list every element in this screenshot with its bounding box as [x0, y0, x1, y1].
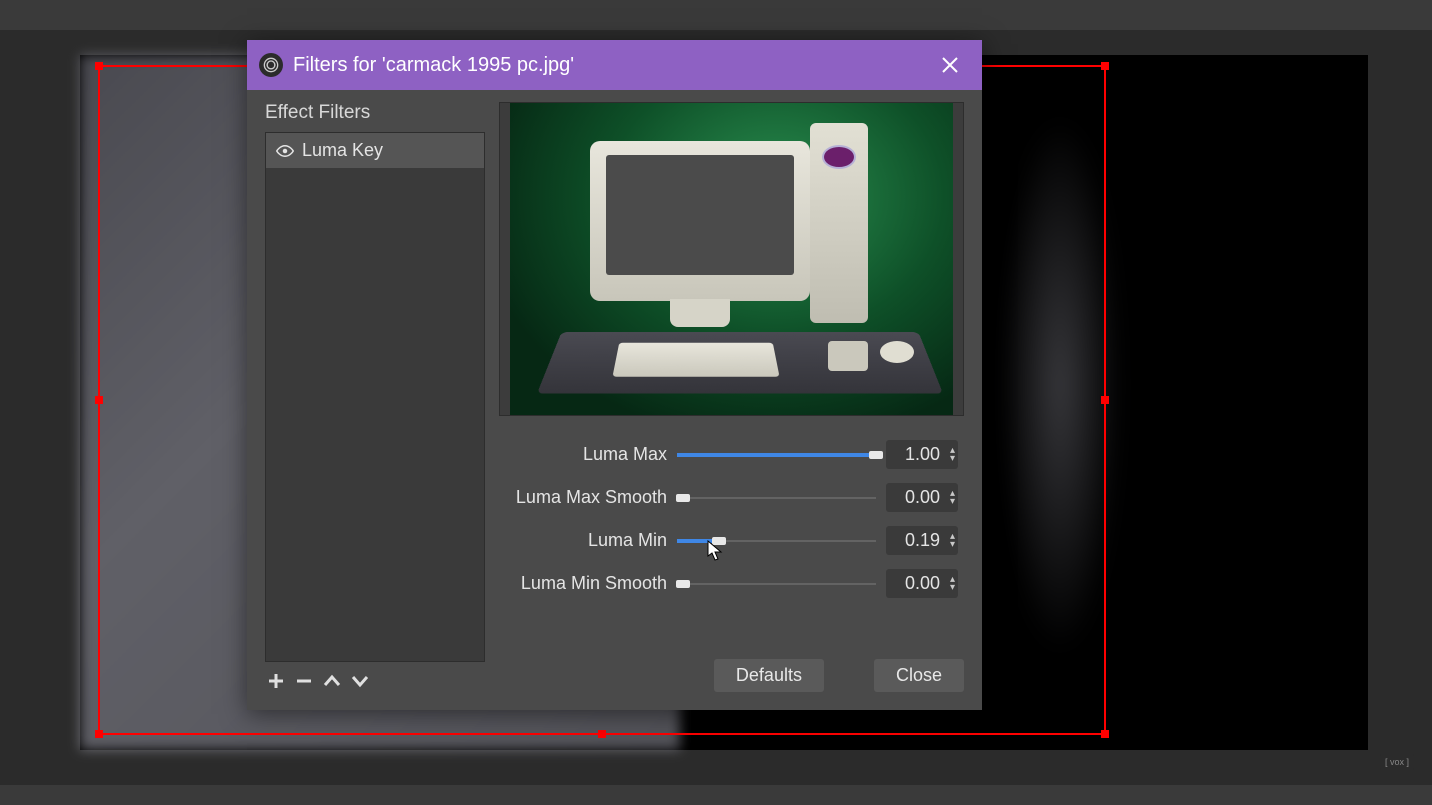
filter-controls: Luma Max 1.00 ▴▾ Luma Max Smooth [499, 440, 964, 598]
filter-list[interactable]: Luma Key [265, 132, 485, 662]
luma-min-spinner[interactable]: 0.19 ▴▾ [886, 526, 958, 555]
watermark-badge: [ vox ] [1380, 754, 1414, 770]
preview-image [510, 103, 953, 415]
luma-max-smooth-label: Luma Max Smooth [499, 487, 667, 508]
close-dialog-button[interactable]: Close [874, 659, 964, 692]
stepper-arrows-icon[interactable]: ▴▾ [950, 576, 955, 592]
control-luma-min-smooth: Luma Min Smooth 0.00 ▴▾ [499, 569, 958, 598]
control-luma-max: Luma Max 1.00 ▴▾ [499, 440, 958, 469]
close-button[interactable] [930, 40, 970, 90]
stepper-arrows-icon[interactable]: ▴▾ [950, 490, 955, 506]
background-source-image-edge [1000, 115, 1120, 655]
luma-max-label: Luma Max [499, 444, 667, 465]
luma-max-smooth-value: 0.00 [905, 487, 940, 507]
luma-max-smooth-spinner[interactable]: 0.00 ▴▾ [886, 483, 958, 512]
filter-toolbar [265, 662, 485, 692]
filter-item-label: Luma Key [302, 140, 383, 161]
luma-max-value: 1.00 [905, 444, 940, 464]
filter-item-luma-key[interactable]: Luma Key [266, 133, 484, 168]
add-filter-button[interactable] [265, 670, 287, 692]
luma-max-smooth-slider[interactable] [677, 488, 876, 508]
control-luma-max-smooth: Luma Max Smooth 0.00 ▴▾ [499, 483, 958, 512]
luma-min-smooth-value: 0.00 [905, 573, 940, 593]
resize-handle-top-right[interactable] [1101, 62, 1109, 70]
move-filter-up-button[interactable] [321, 670, 343, 692]
defaults-button[interactable]: Defaults [714, 659, 824, 692]
main-toolbar [0, 0, 1432, 30]
luma-max-spinner[interactable]: 1.00 ▴▾ [886, 440, 958, 469]
move-filter-down-button[interactable] [349, 670, 371, 692]
resize-handle-bottom-right[interactable] [1101, 730, 1109, 738]
filter-preview [499, 102, 964, 416]
luma-min-smooth-label: Luma Min Smooth [499, 573, 667, 594]
effect-filters-heading: Effect Filters [265, 102, 485, 124]
luma-min-smooth-spinner[interactable]: 0.00 ▴▾ [886, 569, 958, 598]
luma-min-value: 0.19 [905, 530, 940, 550]
remove-filter-button[interactable] [293, 670, 315, 692]
dialog-title: Filters for 'carmack 1995 pc.jpg' [293, 54, 574, 77]
control-luma-min: Luma Min 0.19 ▴▾ [499, 526, 958, 555]
luma-min-smooth-slider[interactable] [677, 574, 876, 594]
obs-logo-icon [259, 53, 283, 77]
dialog-button-row: Defaults Close [499, 659, 964, 692]
stepper-arrows-icon[interactable]: ▴▾ [950, 447, 955, 463]
dialog-titlebar[interactable]: Filters for 'carmack 1995 pc.jpg' [247, 40, 982, 90]
stepper-arrows-icon[interactable]: ▴▾ [950, 533, 955, 549]
luma-min-slider[interactable] [677, 531, 876, 551]
visibility-eye-icon[interactable] [276, 142, 294, 160]
luma-min-label: Luma Min [499, 530, 667, 551]
status-bar [0, 785, 1432, 805]
filters-dialog: Filters for 'carmack 1995 pc.jpg' Effect… [247, 40, 982, 710]
luma-max-slider[interactable] [677, 445, 876, 465]
